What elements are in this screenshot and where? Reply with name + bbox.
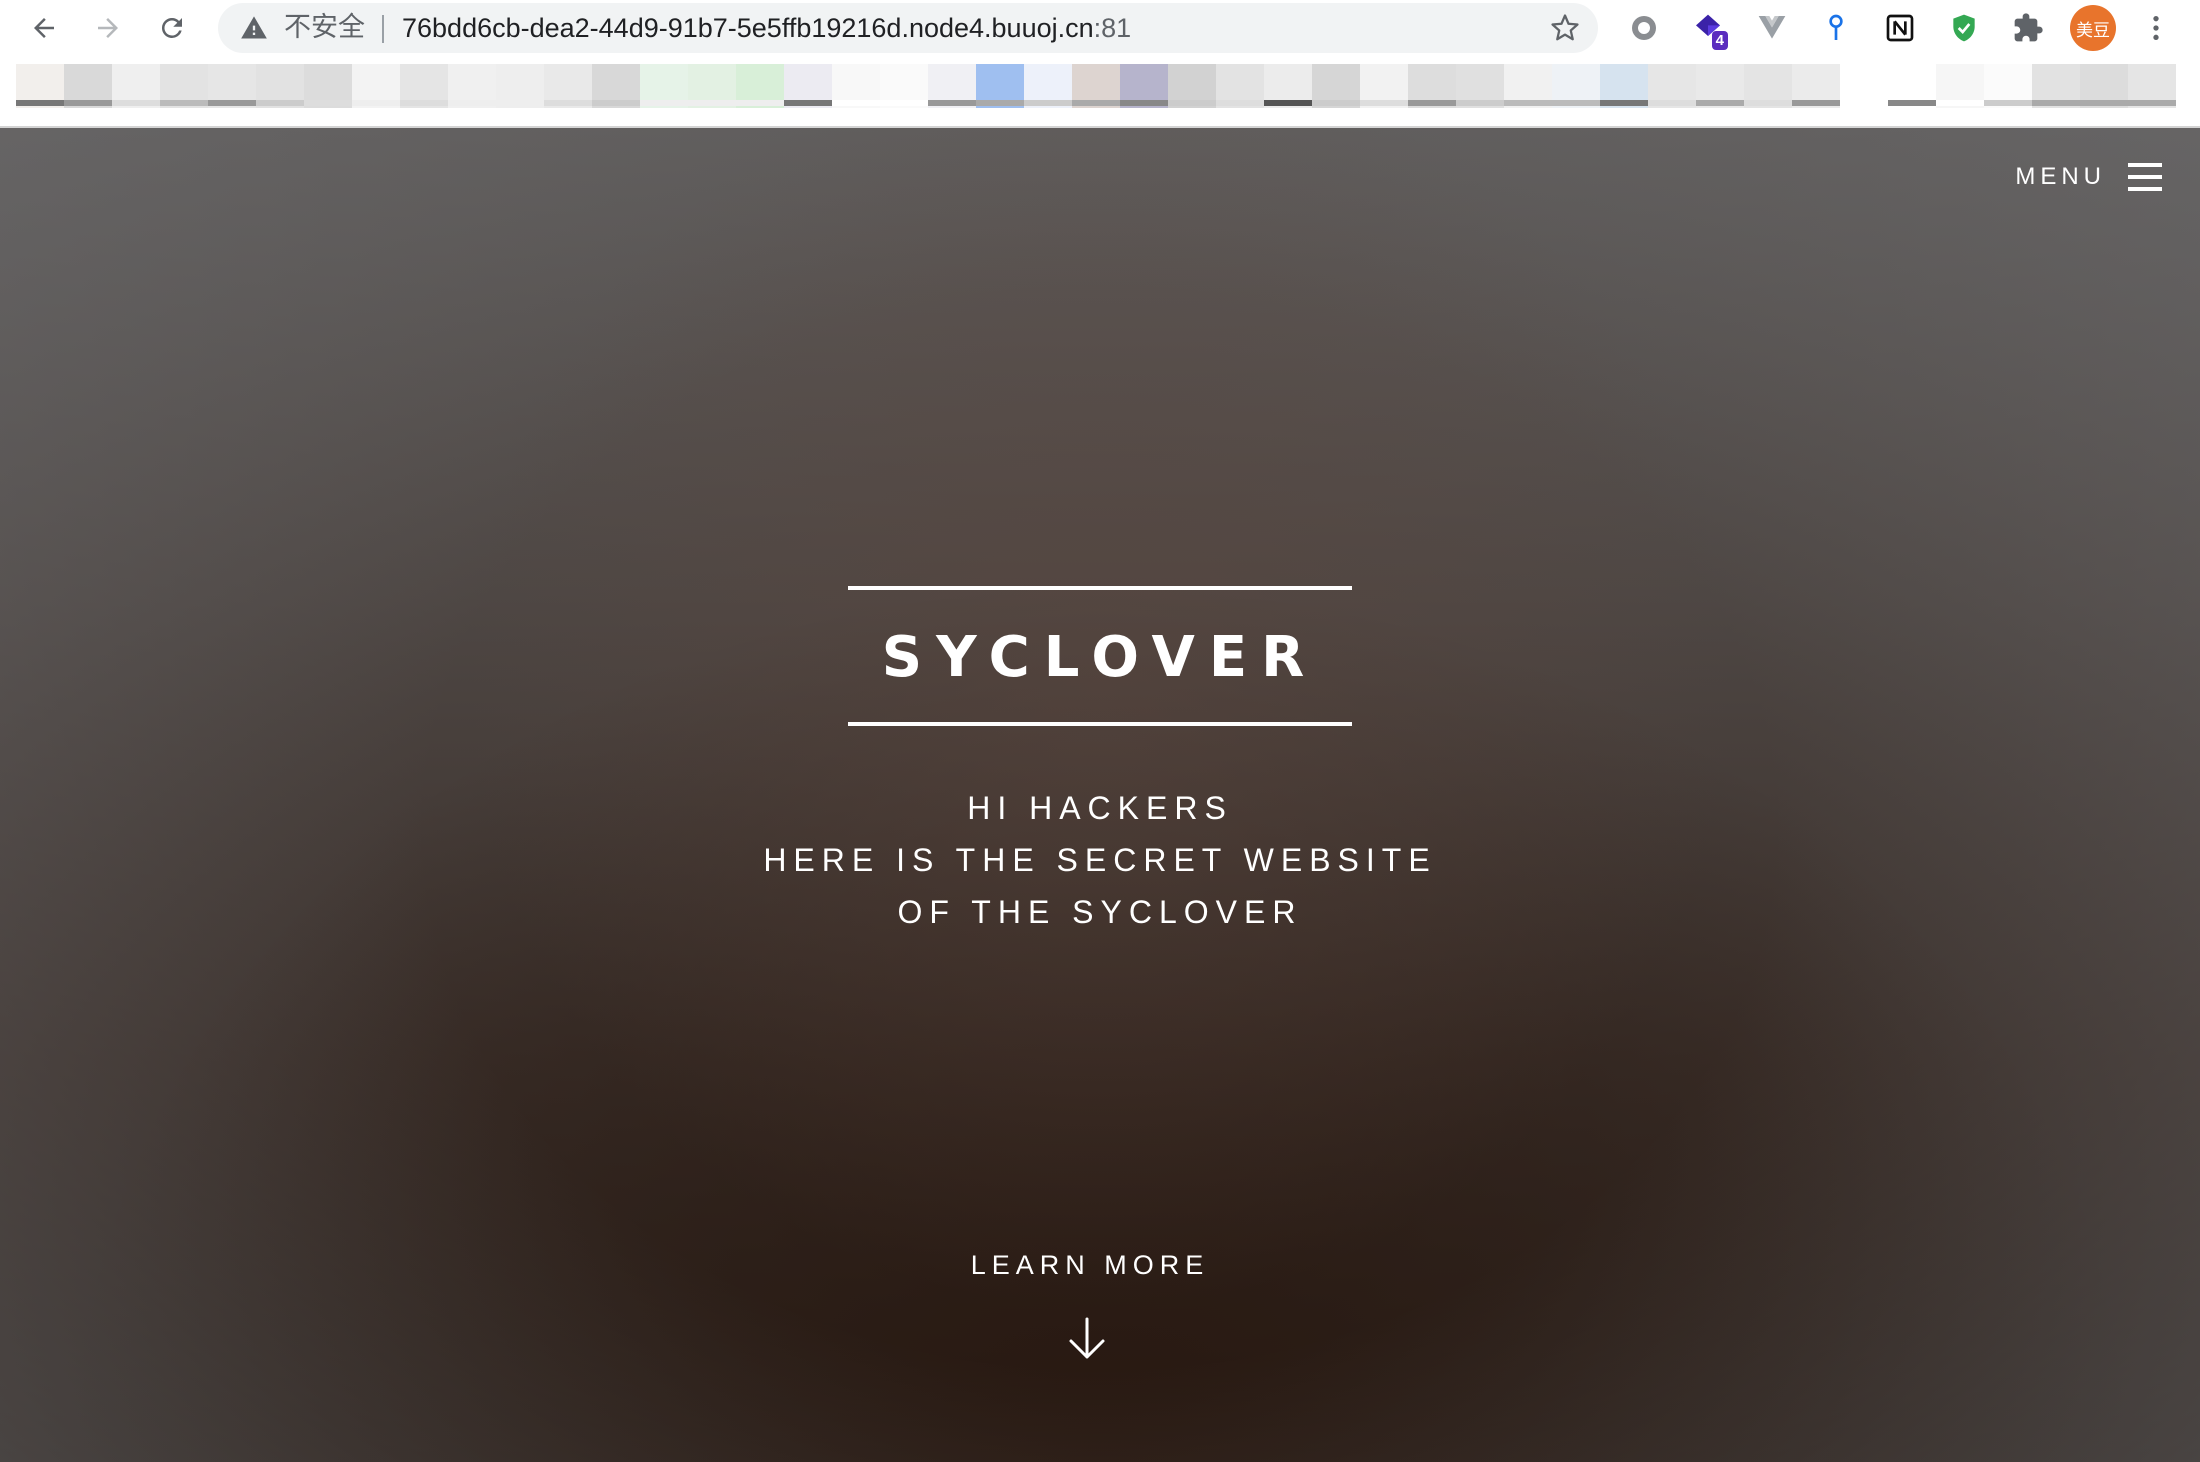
forward-arrow-icon xyxy=(98,18,118,38)
forward-button[interactable] xyxy=(86,6,130,50)
address-separator xyxy=(382,15,384,43)
warning-icon xyxy=(241,16,267,39)
learn-more-link[interactable]: LEARN MORE xyxy=(0,1250,2180,1281)
extension-badge: 4 xyxy=(1711,31,1728,50)
url-text[interactable]: 76bdd6cb-dea2-44d9-91b7-5e5ffb19216d.nod… xyxy=(402,11,1131,45)
bookmarks-bar xyxy=(0,58,2200,128)
hamburger-icon xyxy=(2128,162,2162,192)
title-top-rule xyxy=(848,586,1352,590)
notion-icon[interactable] xyxy=(1880,8,1920,48)
purple-extension-icon[interactable]: 4 xyxy=(1688,8,1728,50)
profile-avatar[interactable]: 美豆 xyxy=(2070,5,2116,51)
tagline-line-2: HERE IS THE SECRET WEBSITE xyxy=(763,842,1437,878)
back-arrow-icon xyxy=(34,18,54,38)
reload-button[interactable] xyxy=(150,6,194,50)
puzzle-icon[interactable] xyxy=(2008,8,2048,48)
page-title: SYCLOVER xyxy=(881,625,1319,690)
address-bar[interactable]: 不安全 76bdd6cb-dea2-44d9-91b7-5e5ffb19216d… xyxy=(218,3,1598,53)
reload-icon xyxy=(161,17,182,38)
page-viewport: MENU SYCLOVER HI HACKERS HERE IS THE SEC… xyxy=(0,128,2200,1462)
url-port: :81 xyxy=(1093,13,1132,43)
arrow-down-icon[interactable] xyxy=(1066,1316,1108,1362)
tagline-line-3: OF THE SYCLOVER xyxy=(897,894,1303,930)
menu-label: MENU xyxy=(2015,163,2106,190)
not-secure-label[interactable]: 不安全 xyxy=(284,11,365,45)
shield-check-icon[interactable] xyxy=(1944,8,1984,48)
browser-toolbar: 不安全 76bdd6cb-dea2-44d9-91b7-5e5ffb19216d… xyxy=(0,0,2200,58)
back-button[interactable] xyxy=(22,6,66,50)
pixelated-bookmark-underline xyxy=(16,100,2176,106)
vue-devtools-icon[interactable] xyxy=(1752,8,1792,48)
title-bottom-rule xyxy=(848,722,1352,726)
bookmark-star-icon[interactable] xyxy=(1550,13,1580,43)
menu-button[interactable]: MENU xyxy=(2015,162,2162,192)
tagline-line-1: HI HACKERS xyxy=(967,790,1233,826)
pin-extension-icon[interactable] xyxy=(1816,8,1856,48)
kebab-menu-icon[interactable] xyxy=(2136,8,2176,48)
url-host: 76bdd6cb-dea2-44d9-91b7-5e5ffb19216d.nod… xyxy=(402,13,1094,43)
circle-extension-icon[interactable] xyxy=(1624,8,1664,48)
